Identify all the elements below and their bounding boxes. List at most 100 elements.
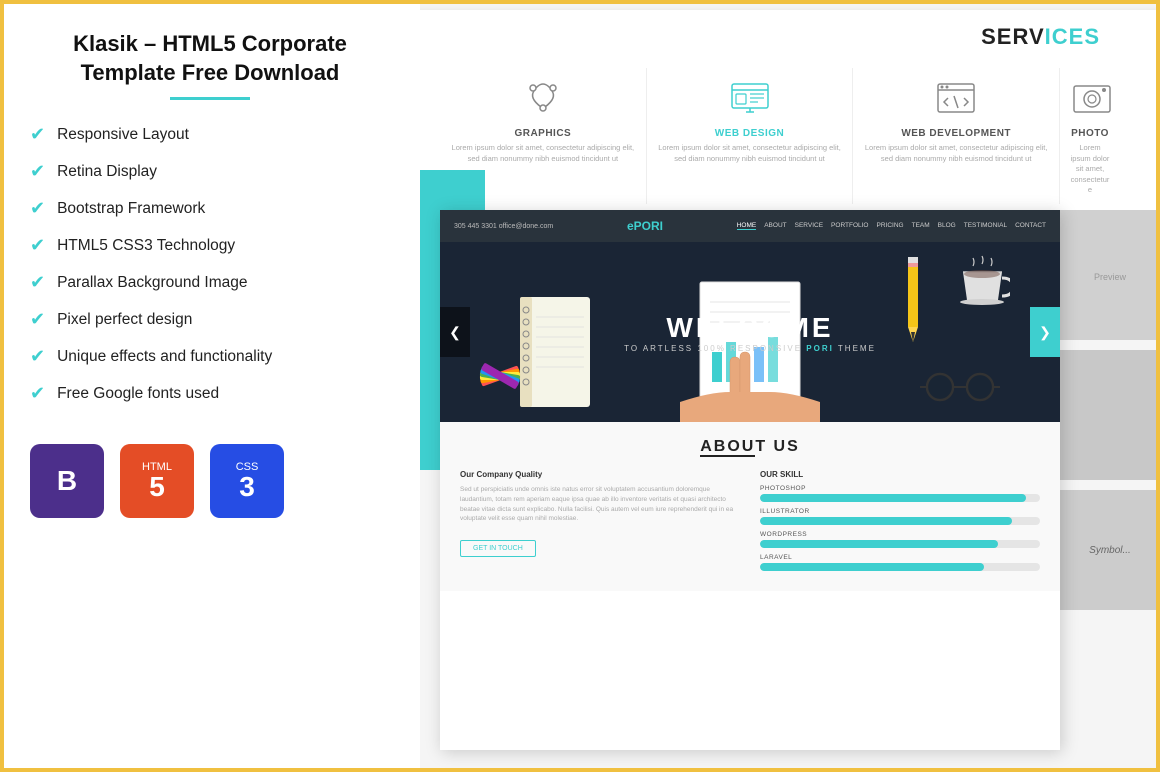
service-webdev: WEB DEVELOPMENT Lorem ipsum dolor sit am… bbox=[853, 68, 1060, 204]
nav-link-service[interactable]: SERVICE bbox=[795, 222, 823, 230]
nav-link-about[interactable]: ABOUT bbox=[764, 222, 786, 230]
feature-3: ✔ Bootstrap Framework bbox=[30, 198, 390, 219]
about-company-text: Sed ut perspiciatis unde omnis iste natu… bbox=[460, 485, 740, 524]
graphics-desc: Lorem ipsum dolor sit amet, consectetur … bbox=[450, 143, 636, 164]
feature-6: ✔ Pixel perfect design bbox=[30, 309, 390, 330]
service-photo: PHOTO Lorem ipsum dolor sit amet, consec… bbox=[1060, 68, 1120, 204]
feature-label-7: Unique effects and functionality bbox=[57, 348, 272, 366]
hero-welcome-text: WELCOME bbox=[624, 312, 876, 344]
skill-illustrator-fill bbox=[760, 517, 1012, 525]
check-icon-3: ✔ bbox=[30, 198, 45, 219]
webdev-label: WEB DEVELOPMENT bbox=[863, 128, 1049, 139]
preview-about-section: ABOUT US Our Company Quality Sed ut pers… bbox=[440, 422, 1060, 591]
webdesign-desc: Lorem ipsum dolor sit amet, consectetur … bbox=[657, 143, 843, 164]
check-icon-4: ✔ bbox=[30, 235, 45, 256]
feature-4: ✔ HTML5 CSS3 Technology bbox=[30, 235, 390, 256]
photo-desc: Lorem ipsum dolor sit amet, consectetur … bbox=[1070, 143, 1110, 196]
logo-text: PORI bbox=[634, 219, 663, 233]
nav-link-testimonial[interactable]: TESTIMONIAL bbox=[964, 222, 1007, 230]
side-card-middle-img bbox=[1060, 350, 1160, 480]
website-preview: 305 445 3301 office@done.com ePORI HOME … bbox=[440, 210, 1060, 750]
coffee-cup-svg bbox=[955, 252, 1010, 307]
skill-illustrator: ILLUSTRATOR bbox=[760, 508, 1040, 525]
graphics-icon bbox=[521, 76, 565, 120]
skill-wordpress: WORDPRESS bbox=[760, 531, 1040, 548]
nav-link-home[interactable]: HOME bbox=[737, 222, 757, 230]
preview-nav-links: HOME ABOUT SERVICE PORTFOLIO PRICING TEA… bbox=[737, 222, 1046, 230]
css3-logo: CSS 3 bbox=[210, 444, 284, 518]
html5-label-num: 5 bbox=[149, 473, 165, 501]
hero-prev-button[interactable]: ❮ bbox=[440, 307, 470, 357]
pencil-svg bbox=[906, 257, 920, 347]
side-card-text: Symbol... bbox=[1081, 537, 1139, 564]
about-title: ABOUT US bbox=[460, 438, 1040, 456]
get-in-touch-button[interactable]: GET IN TOUCH bbox=[460, 540, 536, 557]
services-title: SERVICES bbox=[400, 10, 1160, 60]
skill-photoshop-fill bbox=[760, 494, 1026, 502]
hero-next-button[interactable]: ❯ bbox=[1030, 307, 1060, 357]
about-title-text: ABOU bbox=[700, 438, 755, 457]
feature-2: ✔ Retina Display bbox=[30, 161, 390, 182]
graphics-label: GRAPHICS bbox=[450, 128, 636, 139]
about-columns: Our Company Quality Sed ut perspiciatis … bbox=[460, 470, 1040, 577]
skill-wordpress-label: WORDPRESS bbox=[760, 531, 1040, 538]
photo-label: PHOTO bbox=[1070, 128, 1110, 139]
webdev-icon bbox=[934, 76, 978, 120]
nav-contact: 305 445 3301 office@done.com bbox=[454, 223, 553, 230]
html5-logo: HTML 5 bbox=[120, 444, 194, 518]
webdev-desc: Lorem ipsum dolor sit amet, consectetur … bbox=[863, 143, 1049, 164]
title-underline bbox=[170, 97, 250, 100]
hero-subtitle-text: TO ARTLESS 100% RESPONSIVE PORI THEME bbox=[624, 344, 876, 353]
side-card-bottom: Symbol... bbox=[1060, 490, 1160, 610]
services-icons-row: GRAPHICS Lorem ipsum dolor sit amet, con… bbox=[400, 60, 1160, 204]
check-icon-6: ✔ bbox=[30, 309, 45, 330]
glasses-svg bbox=[920, 372, 1000, 402]
left-panel: Klasik – HTML5 Corporate Template Free D… bbox=[0, 0, 420, 772]
css3-label-num: 3 bbox=[239, 473, 255, 501]
nav-link-pricing[interactable]: PRICING bbox=[877, 222, 904, 230]
feature-label-4: HTML5 CSS3 Technology bbox=[57, 237, 235, 255]
skill-wordpress-fill bbox=[760, 540, 998, 548]
page-title: Klasik – HTML5 Corporate Template Free D… bbox=[30, 30, 390, 87]
feature-label-8: Free Google fonts used bbox=[57, 385, 219, 403]
skill-photoshop-label: PHOTOSHOP bbox=[760, 485, 1040, 492]
check-icon-1: ✔ bbox=[30, 124, 45, 145]
webdesign-label: WEB DESIGN bbox=[657, 128, 843, 139]
side-card-top-img: Preview bbox=[1060, 210, 1160, 340]
services-title-accent: ICES bbox=[1045, 24, 1100, 49]
nav-link-team[interactable]: TEAM bbox=[912, 222, 930, 230]
feature-label-6: Pixel perfect design bbox=[57, 311, 192, 329]
about-skills-col: OUR SKILL PHOTOSHOP ILLUSTRATOR bbox=[760, 470, 1040, 577]
webdesign-icon bbox=[728, 76, 772, 120]
hero-text: WELCOME TO ARTLESS 100% RESPONSIVE PORI … bbox=[624, 312, 876, 353]
nav-link-contact[interactable]: CONTACT bbox=[1015, 222, 1046, 230]
skill-photoshop: PHOTOSHOP bbox=[760, 485, 1040, 502]
preview-logo: ePORI bbox=[627, 219, 663, 233]
bootstrap-logo: B bbox=[30, 444, 104, 518]
feature-label-1: Responsive Layout bbox=[57, 126, 189, 144]
skills-title: OUR SKILL bbox=[760, 470, 1040, 479]
photo-icon bbox=[1070, 76, 1114, 120]
hero-brand: PORI bbox=[806, 344, 834, 353]
check-icon-8: ✔ bbox=[30, 383, 45, 404]
feature-8: ✔ Free Google fonts used bbox=[30, 383, 390, 404]
feature-label-5: Parallax Background Image bbox=[57, 274, 247, 292]
swatches-svg bbox=[470, 342, 530, 412]
skill-laravel-label: LARAVEL bbox=[760, 554, 1040, 561]
preview-navbar: 305 445 3301 office@done.com ePORI HOME … bbox=[440, 210, 1060, 242]
svg-text:Preview: Preview bbox=[1094, 272, 1127, 282]
feature-label-3: Bootstrap Framework bbox=[57, 200, 205, 218]
preview-hero: ❮ ❯ WELCOME TO ARTLESS 100% RESPONSIVE P… bbox=[440, 242, 1060, 422]
feature-7: ✔ Unique effects and functionality bbox=[30, 346, 390, 367]
check-icon-2: ✔ bbox=[30, 161, 45, 182]
feature-1: ✔ Responsive Layout bbox=[30, 124, 390, 145]
nav-link-blog[interactable]: BLOG bbox=[938, 222, 956, 230]
check-icon-7: ✔ bbox=[30, 346, 45, 367]
feature-5: ✔ Parallax Background Image bbox=[30, 272, 390, 293]
features-list: ✔ Responsive Layout ✔ Retina Display ✔ B… bbox=[30, 124, 390, 404]
nav-link-portfolio[interactable]: PORTFOLIO bbox=[831, 222, 868, 230]
about-company-title: Our Company Quality bbox=[460, 470, 740, 479]
skill-illustrator-label: ILLUSTRATOR bbox=[760, 508, 1040, 515]
side-card-top: Preview bbox=[1060, 210, 1160, 340]
skill-wordpress-bar-bg bbox=[760, 540, 1040, 548]
